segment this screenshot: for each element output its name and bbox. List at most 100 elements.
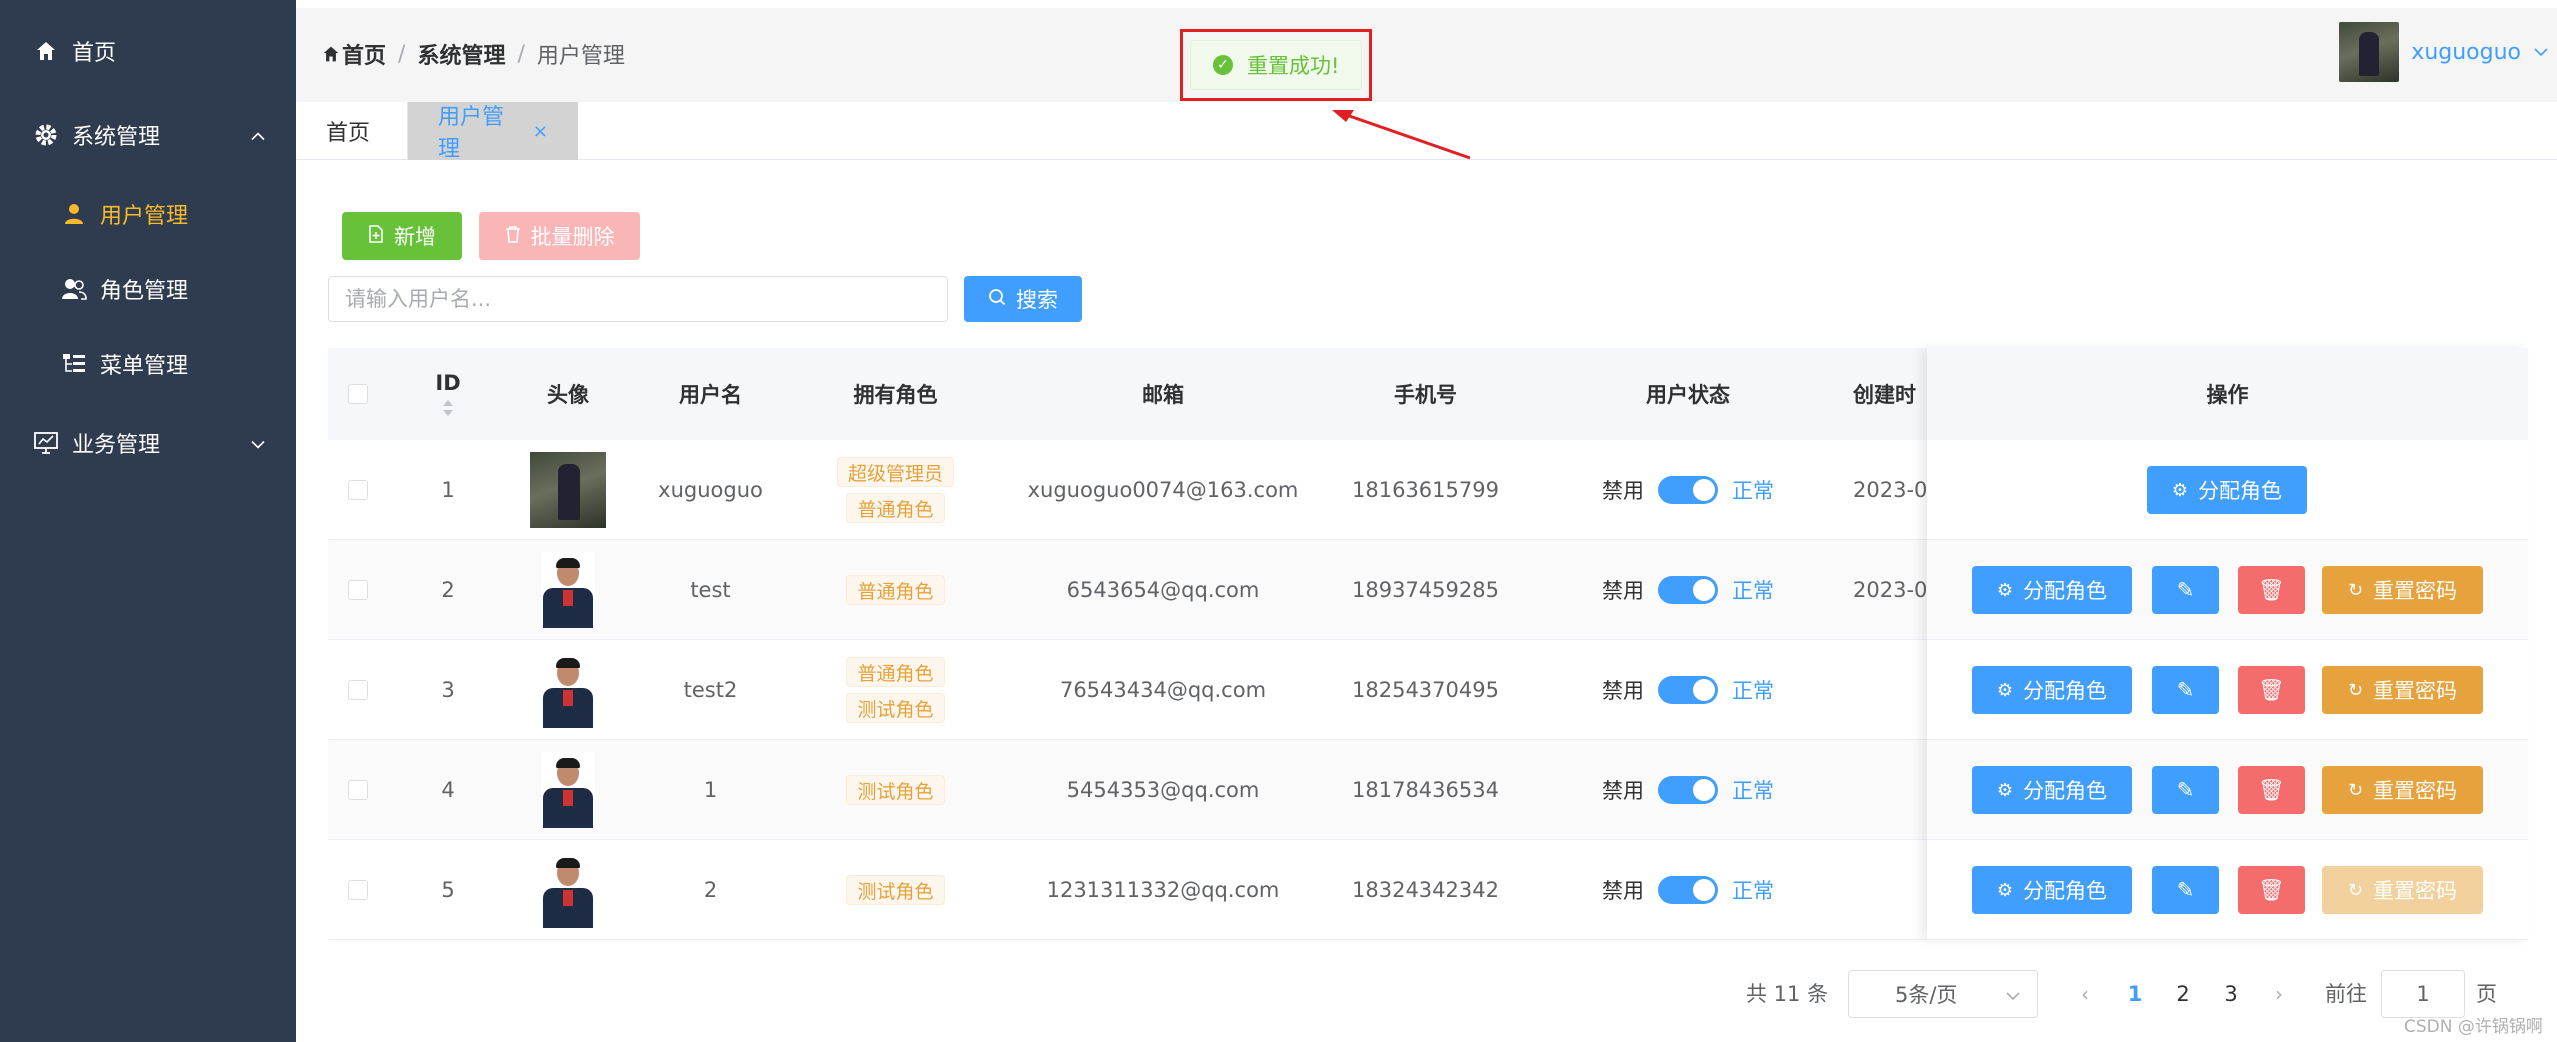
assign-role-button[interactable]: ⚙ 分配角色 bbox=[1972, 866, 2132, 914]
menu-tree-icon bbox=[60, 350, 88, 378]
search-icon bbox=[988, 288, 1006, 311]
cell-status: 禁用 正常 bbox=[1523, 840, 1853, 940]
cell-avatar bbox=[508, 440, 628, 540]
add-button[interactable]: 新增 bbox=[342, 212, 462, 260]
batch-delete-button[interactable]: 批量删除 bbox=[479, 212, 640, 260]
column-header-avatar: 头像 bbox=[547, 383, 589, 407]
assign-role-button[interactable]: ⚙ 分配角色 bbox=[1972, 766, 2132, 814]
edit-button[interactable]: ✎ bbox=[2152, 666, 2219, 714]
refresh-icon: ↻ bbox=[2347, 679, 2364, 701]
sidebar-item-user-management[interactable]: 用户管理 bbox=[0, 179, 296, 249]
sidebar-item-business[interactable]: 业务管理 bbox=[0, 408, 296, 478]
monitor-icon bbox=[32, 429, 60, 457]
success-toast: ✓ 重置成功! bbox=[1190, 40, 1362, 90]
cell-id: 4 bbox=[441, 778, 455, 802]
status-toggle[interactable] bbox=[1658, 476, 1718, 504]
page-number[interactable]: 1 bbox=[2115, 976, 2155, 1012]
prev-page-icon[interactable]: ‹ bbox=[2070, 976, 2100, 1012]
edit-icon: ✎ bbox=[2176, 678, 2195, 702]
row-checkbox[interactable] bbox=[328, 540, 388, 640]
avatar bbox=[530, 452, 606, 528]
reset-password-button[interactable]: ↻ 重置密码 bbox=[2322, 866, 2483, 914]
row-checkbox[interactable] bbox=[328, 740, 388, 840]
check-circle-icon: ✓ bbox=[1213, 55, 1233, 75]
avatar[interactable] bbox=[2339, 22, 2400, 82]
status-on-label: 正常 bbox=[1732, 879, 1774, 903]
user-menu[interactable]: xuguoguo bbox=[2339, 22, 2549, 82]
button-label: 分配角色 bbox=[2023, 579, 2108, 603]
cell-id: 1 bbox=[441, 478, 455, 502]
sort-icon[interactable] bbox=[442, 399, 454, 417]
avatar bbox=[541, 852, 595, 928]
edit-button[interactable]: ✎ bbox=[2152, 566, 2219, 614]
reset-password-button[interactable]: ↻ 重置密码 bbox=[2322, 666, 2483, 714]
search-input[interactable] bbox=[328, 276, 948, 322]
batch-delete-label: 批量删除 bbox=[530, 225, 615, 249]
row-checkbox[interactable] bbox=[328, 840, 388, 940]
delete-button[interactable]: 🗑 bbox=[2238, 866, 2305, 914]
column-header-id[interactable]: ID bbox=[388, 348, 508, 440]
edit-icon: ✎ bbox=[2176, 778, 2195, 802]
status-off-label: 禁用 bbox=[1602, 479, 1644, 503]
sidebar-item-system[interactable]: 系统管理 bbox=[0, 100, 296, 170]
edit-button[interactable]: ✎ bbox=[2152, 766, 2219, 814]
tab-label: 首页 bbox=[326, 121, 371, 146]
role-tag: 普通角色 bbox=[846, 575, 945, 605]
close-icon[interactable]: × bbox=[533, 121, 548, 142]
cell-status: 禁用 正常 bbox=[1523, 540, 1853, 640]
chevron-down-icon[interactable] bbox=[2533, 47, 2549, 57]
search-button[interactable]: 搜索 bbox=[964, 276, 1082, 322]
cell-phone: 18254370495 bbox=[1352, 678, 1499, 702]
button-label: 重置密码 bbox=[2373, 779, 2458, 803]
user-name[interactable]: xuguoguo bbox=[2411, 40, 2521, 65]
sidebar-item-menu-management[interactable]: 菜单管理 bbox=[0, 329, 296, 399]
select-all-checkbox[interactable] bbox=[328, 348, 388, 440]
page-number[interactable]: 2 bbox=[2163, 976, 2203, 1012]
status-toggle[interactable] bbox=[1658, 676, 1718, 704]
page-number[interactable]: 3 bbox=[2211, 976, 2251, 1012]
role-tag: 超级管理员 bbox=[836, 457, 954, 487]
document-add-icon bbox=[368, 224, 384, 248]
reset-password-button[interactable]: ↻ 重置密码 bbox=[2322, 566, 2483, 614]
breadcrumb-separator: / bbox=[517, 41, 525, 67]
sidebar-item-home[interactable]: 首页 bbox=[0, 16, 296, 86]
delete-button[interactable]: 🗑 bbox=[2238, 566, 2305, 614]
status-off-label: 禁用 bbox=[1602, 879, 1644, 903]
cell-email: xuguoguo0074@163.com bbox=[1027, 478, 1299, 502]
column-header-status: 用户状态 bbox=[1646, 383, 1730, 407]
next-page-icon[interactable]: › bbox=[2264, 976, 2294, 1012]
edit-icon: ✎ bbox=[2176, 578, 2195, 602]
chevron-down-icon bbox=[250, 431, 266, 456]
row-checkbox[interactable] bbox=[328, 440, 388, 540]
assign-role-button[interactable]: ⚙ 分配角色 bbox=[1972, 566, 2132, 614]
delete-button[interactable]: 🗑 bbox=[2238, 666, 2305, 714]
cell-roles: 超级管理员 普通角色 bbox=[793, 440, 998, 540]
status-toggle[interactable] bbox=[1658, 876, 1718, 904]
edit-button[interactable]: ✎ bbox=[2152, 866, 2219, 914]
sidebar-item-role-management[interactable]: 角色管理 bbox=[0, 254, 296, 324]
refresh-icon: ↻ bbox=[2347, 579, 2364, 601]
assign-role-button[interactable]: ⚙ 分配角色 bbox=[1972, 666, 2132, 714]
status-toggle[interactable] bbox=[1658, 576, 1718, 604]
assign-role-button[interactable]: ⚙ 分配角色 bbox=[2147, 466, 2307, 514]
goto-page-input[interactable] bbox=[2381, 970, 2465, 1018]
page-size-value: 5条/页 bbox=[1895, 983, 1958, 1007]
status-toggle[interactable] bbox=[1658, 776, 1718, 804]
tab-home[interactable]: 首页 bbox=[296, 102, 408, 160]
tab-user-management[interactable]: 用户管理 × bbox=[408, 102, 578, 162]
breadcrumb-system[interactable]: 系统管理 bbox=[417, 38, 505, 70]
status-off-label: 禁用 bbox=[1602, 779, 1644, 803]
page-size-select[interactable]: 5条/页 bbox=[1848, 970, 2038, 1018]
cell-roles: 测试角色 bbox=[793, 740, 998, 840]
trash-icon: 🗑 bbox=[2258, 577, 2285, 602]
gear-icon: ⚙ bbox=[1996, 879, 2014, 901]
cell-username: test2 bbox=[683, 678, 738, 702]
delete-button[interactable]: 🗑 bbox=[2238, 766, 2305, 814]
annotation-arrow bbox=[1332, 110, 1471, 160]
breadcrumb-home[interactable]: 首页 bbox=[342, 38, 386, 70]
status-off-label: 禁用 bbox=[1602, 679, 1644, 703]
goto-prefix: 前往 bbox=[2325, 982, 2367, 1006]
row-checkbox[interactable] bbox=[328, 640, 388, 740]
status-on-label: 正常 bbox=[1732, 679, 1774, 703]
reset-password-button[interactable]: ↻ 重置密码 bbox=[2322, 766, 2483, 814]
